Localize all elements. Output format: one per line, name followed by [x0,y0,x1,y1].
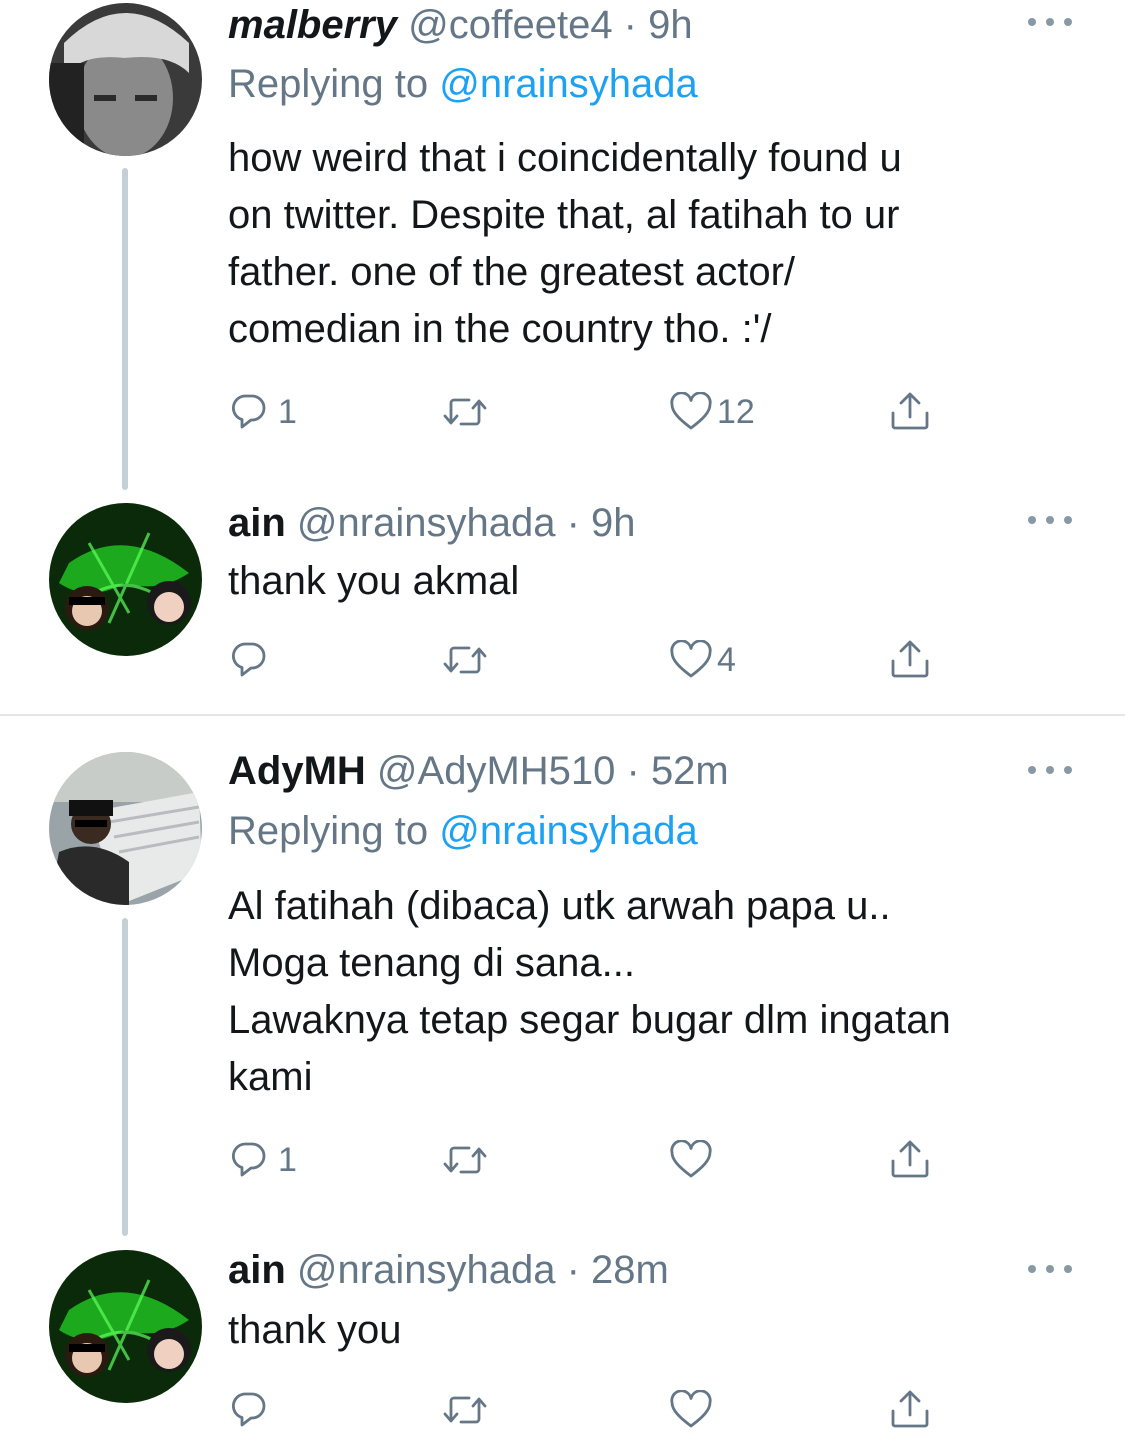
text-line: kami [228,1055,313,1099]
heart-icon [670,1390,712,1428]
retweet-icon [443,1146,487,1174]
more-options-icon[interactable] [1028,1259,1072,1279]
more-options-icon[interactable] [1028,760,1072,780]
action-bar: 1 12 [228,384,948,440]
reply-button[interactable]: 1 [230,384,297,440]
reply-count: 1 [278,1140,297,1179]
share-icon [891,1140,929,1178]
like-button[interactable]: 4 [669,632,736,688]
reply-icon [231,1142,266,1177]
user-handle[interactable]: @nrainsyhada [297,1248,556,1292]
reply-icon [231,642,266,677]
display-name[interactable]: ain [228,501,286,545]
text-line: Lawaknya tetap segar bugar dlm ingatan [228,998,951,1042]
like-button[interactable]: 12 [669,384,755,440]
user-handle[interactable]: @nrainsyhada [297,501,556,545]
reply-count: 1 [278,392,297,431]
avatar[interactable] [49,3,202,156]
separator: · [612,3,649,47]
display-name[interactable]: ain [228,1248,286,1292]
display-name[interactable]: malberry [228,3,397,47]
timestamp[interactable]: 9h [648,3,693,47]
share-button[interactable] [890,384,932,440]
heart-icon [670,640,712,678]
user-handle[interactable]: @coffeete4 [408,3,612,47]
action-bar [228,1382,948,1438]
replying-label: Replying to [228,809,429,853]
share-icon [891,640,929,678]
text-line: on twitter. Despite that, al fatihah to … [228,193,900,237]
tweet-text: Al fatihah (dibaca) utk arwah papa u.. M… [228,878,951,1106]
tweet-text: thank you [228,1302,401,1359]
retweet-button[interactable] [442,632,488,688]
tweet-ain-2[interactable]: ain @nrainsyhada · 28m thank you [0,1236,1125,1437]
thread-line [122,168,128,490]
tweet-header: malberry @coffeete4 · 9h [228,0,693,50]
display-name[interactable]: AdyMH [228,749,366,793]
avatar[interactable] [49,752,202,905]
separator: · [555,1248,592,1292]
share-button[interactable] [890,1382,932,1438]
mention-link[interactable]: @nrainsyhada [439,62,698,106]
reply-icon [231,1392,266,1427]
tweet-text: thank you akmal [228,553,519,610]
text-line: comedian in the country tho. :'/ [228,307,772,351]
more-options-icon[interactable] [1028,12,1072,32]
thread-line [122,918,128,1236]
like-count: 4 [717,640,736,679]
user-handle[interactable]: @AdyMH510 [377,749,615,793]
like-button[interactable] [669,1132,717,1188]
reply-button[interactable]: 1 [230,1132,297,1188]
text-line: how weird that i coincidentally found u [228,136,902,180]
separator: · [615,749,651,793]
action-bar: 4 [228,632,948,688]
text-line: father. one of the greatest actor/ [228,250,796,294]
timestamp[interactable]: 9h [591,501,636,545]
timestamp[interactable]: 28m [591,1248,669,1292]
share-button[interactable] [890,1132,932,1188]
text-line: Moga tenang di sana... [228,941,635,985]
avatar[interactable] [49,503,202,656]
avatar[interactable] [49,1250,202,1403]
share-icon [891,392,929,430]
text-line: thank you [228,1308,402,1352]
retweet-button[interactable] [442,1382,488,1438]
reply-button[interactable] [230,1382,278,1438]
share-button[interactable] [890,632,932,688]
reply-button[interactable] [230,632,278,688]
timestamp[interactable]: 52m [651,749,729,793]
heart-icon [670,392,712,430]
like-count: 12 [717,392,755,431]
tweet-adymh[interactable]: AdyMH @AdyMH510 · 52m Replying to @nrain… [0,716,1125,1236]
text-line: Al fatihah (dibaca) utk arwah papa u.. [228,884,891,928]
heart-icon [670,1140,712,1178]
share-icon [891,1390,929,1428]
replying-label: Replying to [228,62,429,106]
tweet-ain-1[interactable]: ain @nrainsyhada · 9h thank you akmal 4 [0,490,1125,714]
replying-to: Replying to @nrainsyhada [228,59,698,109]
replying-to: Replying to @nrainsyhada [228,806,698,856]
retweet-icon [443,1396,487,1424]
tweet-malberry[interactable]: malberry @coffeete4 · 9h Replying to @nr… [0,0,1125,490]
separator: · [555,501,592,545]
tweet-header: AdyMH @AdyMH510 · 52m [228,746,729,796]
reply-icon [231,394,266,429]
retweet-icon [443,646,487,674]
like-button[interactable] [669,1382,717,1438]
more-options-icon[interactable] [1028,510,1072,530]
tweet-text: how weird that i coincidentally found u … [228,130,902,358]
tweet-header: ain @nrainsyhada · 9h [228,498,636,548]
retweet-button[interactable] [442,384,488,440]
mention-link[interactable]: @nrainsyhada [439,809,698,853]
retweet-icon [443,398,487,426]
tweet-header: ain @nrainsyhada · 28m [228,1245,669,1295]
text-line: thank you akmal [228,559,520,603]
action-bar: 1 [228,1132,948,1188]
retweet-button[interactable] [442,1132,488,1188]
